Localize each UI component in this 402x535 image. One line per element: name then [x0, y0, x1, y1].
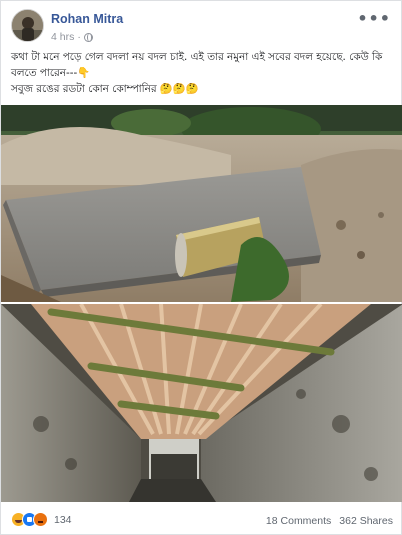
post-time[interactable]: 4 hrs — [51, 31, 74, 43]
post-text-line: কথা টা মনে পড়ে গেল বদলা নয় বদল চাই. এই… — [11, 51, 383, 79]
post-text-line: সবুজ রঙের রডটা কোন কোম্পানির 🤔🤔🤔 — [11, 83, 199, 95]
comments-count[interactable]: 18 Comments — [266, 515, 331, 527]
reactions-summary[interactable]: 134 — [11, 512, 72, 527]
avatar-photo — [12, 10, 43, 41]
post-photo-slab[interactable] — [1, 105, 402, 302]
author-avatar[interactable] — [11, 9, 44, 42]
post-text: কথা টা মনে পড়ে গেল বদলা নয় বদল চাই. এই… — [11, 49, 393, 97]
engagement-stats: 18 Comments 362 Shares — [266, 515, 393, 527]
angry-reaction-icon — [33, 512, 48, 527]
post-meta: 4 hrs · — [51, 31, 93, 43]
more-options-icon[interactable]: ••• — [357, 9, 391, 28]
author-name[interactable]: Rohan Mitra — [51, 12, 123, 26]
post-header: Rohan Mitra 4 hrs · ••• — [11, 9, 393, 45]
reaction-count: 134 — [54, 513, 72, 526]
post-photo-drain[interactable] — [1, 304, 402, 502]
facebook-post: Rohan Mitra 4 hrs · ••• কথা টা মনে পড়ে … — [0, 0, 402, 535]
post-footer: 134 18 Comments 362 Shares — [11, 508, 393, 532]
globe-icon — [83, 32, 93, 42]
shares-count[interactable]: 362 Shares — [339, 515, 393, 527]
